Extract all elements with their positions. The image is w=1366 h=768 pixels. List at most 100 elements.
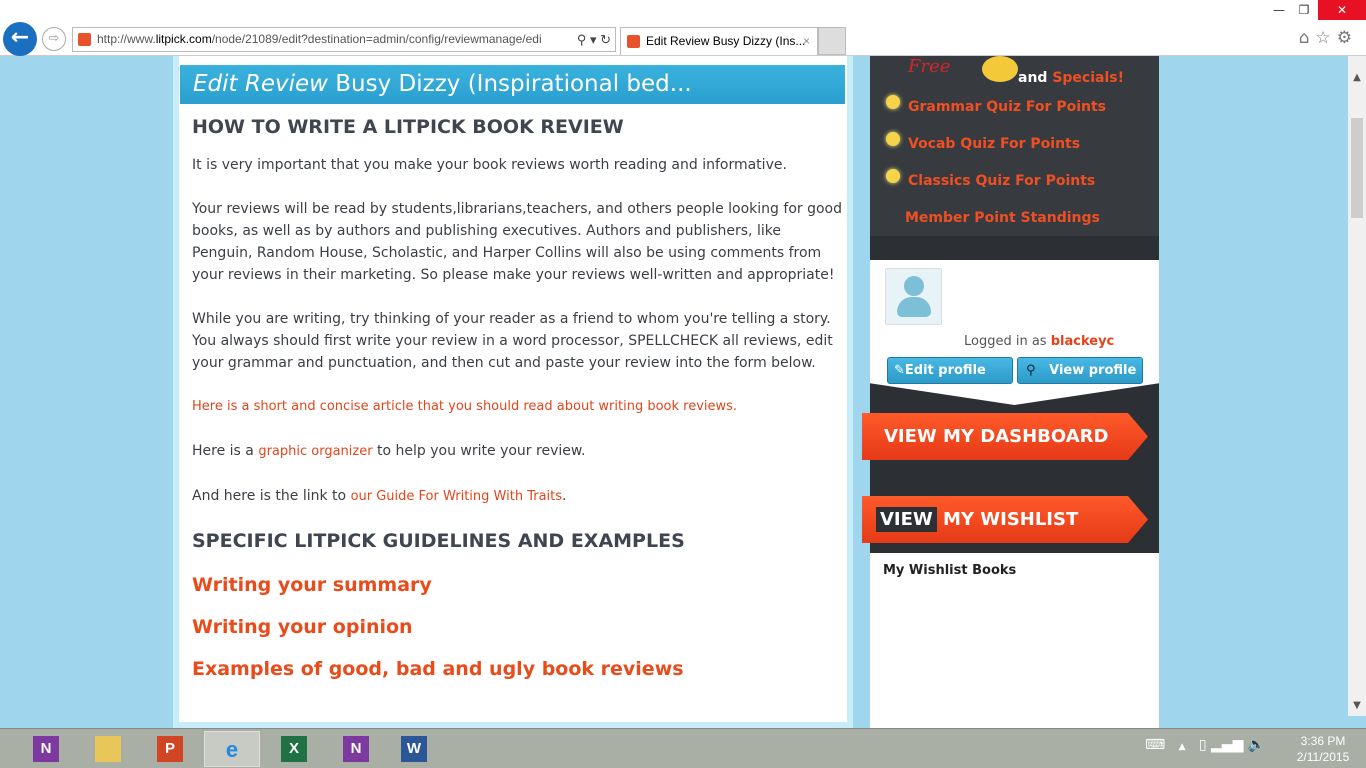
- new-tab-button[interactable]: [818, 27, 846, 55]
- text: to help you write your review.: [372, 443, 586, 459]
- url-path: /node/21089/edit?destination=admin/confi…: [211, 32, 542, 46]
- taskbar-powerpoint[interactable]: P: [142, 731, 198, 767]
- volume-icon[interactable]: 🔈: [1248, 737, 1265, 753]
- wishlist-view-label: VIEW: [876, 507, 937, 532]
- dashboard-button[interactable]: VIEW MY DASHBOARD: [862, 413, 1148, 460]
- taskbar-excel[interactable]: X: [266, 731, 322, 767]
- wishlist-books-heading: My Wishlist Books: [883, 563, 1017, 578]
- text: Here is a: [192, 443, 259, 459]
- url-prefix: http://www.: [97, 32, 156, 46]
- taskbar: N P e X N W ⌨ ▲ ▯ ▂▄▆ 🔈 3:36 PM 2/11/2015: [0, 728, 1366, 768]
- sidebar: Free and Specials! Grammar Quiz For Poin…: [862, 56, 1159, 728]
- vocab-quiz-link[interactable]: Vocab Quiz For Points: [908, 136, 1080, 152]
- grammar-quiz-link[interactable]: Grammar Quiz For Points: [908, 99, 1106, 115]
- text: And here is the link to: [192, 488, 351, 504]
- heading-specific: SPECIFIC LITPICK GUIDELINES AND EXAMPLES: [192, 530, 685, 552]
- main-content: Edit Review Busy Dizzy (Inspirational be…: [173, 56, 853, 728]
- article-link[interactable]: Here is a short and concise article that…: [192, 396, 842, 418]
- address-bar[interactable]: http://www.litpick.com/node/21089/edit?d…: [72, 27, 616, 52]
- pencil-icon: ✎: [894, 363, 905, 378]
- excel-icon: X: [281, 736, 307, 762]
- tab-close-icon[interactable]: ×: [803, 28, 810, 54]
- text: .: [562, 488, 567, 504]
- wishlist-panel: My Wishlist Books: [870, 553, 1159, 728]
- keyboard-icon[interactable]: ⌨: [1145, 737, 1165, 753]
- tab-edit-review[interactable]: Edit Review Busy Dizzy (Ins... ×: [620, 27, 818, 55]
- search-refresh-icons[interactable]: ⚲ ▾ ↻: [577, 28, 611, 51]
- home-icon[interactable]: ⌂: [1299, 28, 1316, 48]
- signal-icon[interactable]: ▂▄▆: [1211, 737, 1243, 753]
- taskbar-onenote-clipper[interactable]: N: [328, 731, 384, 767]
- tab-title: Edit Review Busy Dizzy (Ins...: [646, 34, 806, 48]
- scroll-up-arrow[interactable]: ▲: [1348, 72, 1366, 83]
- title-rest: Busy Dizzy (Inspirational bed...: [327, 71, 692, 97]
- user-profile-box: Logged in as blackeyc ✎Edit profile ⚲ Vi…: [870, 260, 1159, 405]
- wishlist-label: MY WISHLIST: [936, 509, 1079, 530]
- date: 2/11/2015: [1296, 750, 1350, 764]
- system-tray: ⌨ ▲ ▯ ▂▄▆ 🔈: [1145, 737, 1265, 753]
- paragraph: While you are writing, try thinking of y…: [192, 311, 833, 371]
- minimize-button[interactable]: —: [1268, 0, 1290, 20]
- time: 3:36 PM: [1300, 734, 1346, 748]
- url-domain: litpick.com: [155, 32, 212, 46]
- taskbar-word[interactable]: W: [386, 731, 442, 767]
- word-icon: W: [401, 736, 427, 762]
- battery-icon[interactable]: ▯: [1199, 737, 1207, 753]
- member-standings-link[interactable]: Member Point Standings: [905, 210, 1100, 226]
- edit-profile-button[interactable]: ✎Edit profile: [887, 357, 1013, 384]
- promo-box: Free and Specials! Grammar Quiz For Poin…: [870, 56, 1159, 236]
- lightbulb-icon: [886, 132, 900, 146]
- restore-button[interactable]: ❐: [1292, 0, 1316, 20]
- favicon-icon: [627, 35, 640, 48]
- heading-how-to: HOW TO WRITE A LITPICK BOOK REVIEW: [192, 116, 624, 138]
- mascot-icon: [982, 56, 1018, 82]
- logged-label: Logged in as: [964, 334, 1051, 349]
- section-examples-link[interactable]: Examples of good, bad and ugly book revi…: [192, 658, 842, 680]
- forward-button[interactable]: ⇨: [42, 27, 66, 51]
- section-opinion-link[interactable]: Writing your opinion: [192, 616, 842, 638]
- dashboard-label: VIEW MY DASHBOARD: [884, 426, 1109, 447]
- scroll-down-arrow[interactable]: ▼: [1348, 700, 1366, 711]
- section-summary-link[interactable]: Writing your summary: [192, 574, 842, 596]
- edit-profile-label: Edit profile: [904, 363, 986, 378]
- gear-icon[interactable]: ⚙: [1337, 28, 1358, 48]
- folder-icon: [95, 736, 121, 762]
- paragraph: It is very important that you make your …: [192, 157, 787, 173]
- scrollbar[interactable]: ▲ ▼: [1348, 56, 1366, 716]
- paragraph: And here is the link to our Guide For Wr…: [192, 485, 842, 508]
- classics-quiz-link[interactable]: Classics Quiz For Points: [908, 173, 1095, 189]
- taskbar-onenote[interactable]: N: [18, 731, 74, 767]
- and-text: and: [1018, 70, 1053, 86]
- toolbar-icons[interactable]: ⌂☆⚙: [1299, 28, 1358, 48]
- taskbar-file-explorer[interactable]: [80, 731, 136, 767]
- view-profile-button[interactable]: ⚲ View profile: [1017, 357, 1143, 384]
- page-title: Edit Review Busy Dizzy (Inspirational be…: [180, 65, 845, 104]
- clock[interactable]: 3:36 PM 2/11/2015: [1288, 733, 1358, 765]
- onenote-icon: N: [33, 736, 59, 762]
- title-italic: Edit Review: [193, 71, 328, 97]
- favorites-star-icon[interactable]: ☆: [1316, 28, 1337, 48]
- close-window-button[interactable]: ✕: [1318, 0, 1366, 20]
- username-link[interactable]: blackeyc: [1051, 334, 1115, 349]
- paragraph: Your reviews will be read by students,li…: [192, 201, 842, 283]
- lightbulb-icon: [886, 169, 900, 183]
- back-button[interactable]: ←: [3, 22, 37, 56]
- ie-icon: e: [225, 737, 239, 762]
- guide-link[interactable]: our Guide For Writing With Traits: [351, 489, 562, 504]
- avatar: [885, 268, 942, 325]
- taskbar-internet-explorer[interactable]: e: [204, 731, 260, 767]
- free-label: Free: [908, 56, 951, 77]
- graphic-organizer-link[interactable]: graphic organizer: [258, 444, 372, 459]
- scroll-thumb[interactable]: [1351, 118, 1363, 218]
- powerpoint-icon: P: [157, 736, 183, 762]
- magnifier-icon: ⚲: [1026, 363, 1036, 378]
- specials-link[interactable]: Specials!: [1052, 70, 1124, 86]
- lightbulb-icon: [886, 95, 900, 109]
- onenote-clipper-icon: N: [343, 736, 369, 762]
- show-hidden-icons[interactable]: ▲: [1179, 742, 1186, 752]
- view-profile-label: View profile: [1049, 363, 1137, 378]
- logged-in-text: Logged in as blackeyc: [964, 334, 1114, 349]
- favicon-icon: [78, 33, 91, 46]
- wishlist-button[interactable]: VIEW MY WISHLIST: [862, 496, 1148, 543]
- paragraph: Here is a graphic organizer to help you …: [192, 440, 842, 463]
